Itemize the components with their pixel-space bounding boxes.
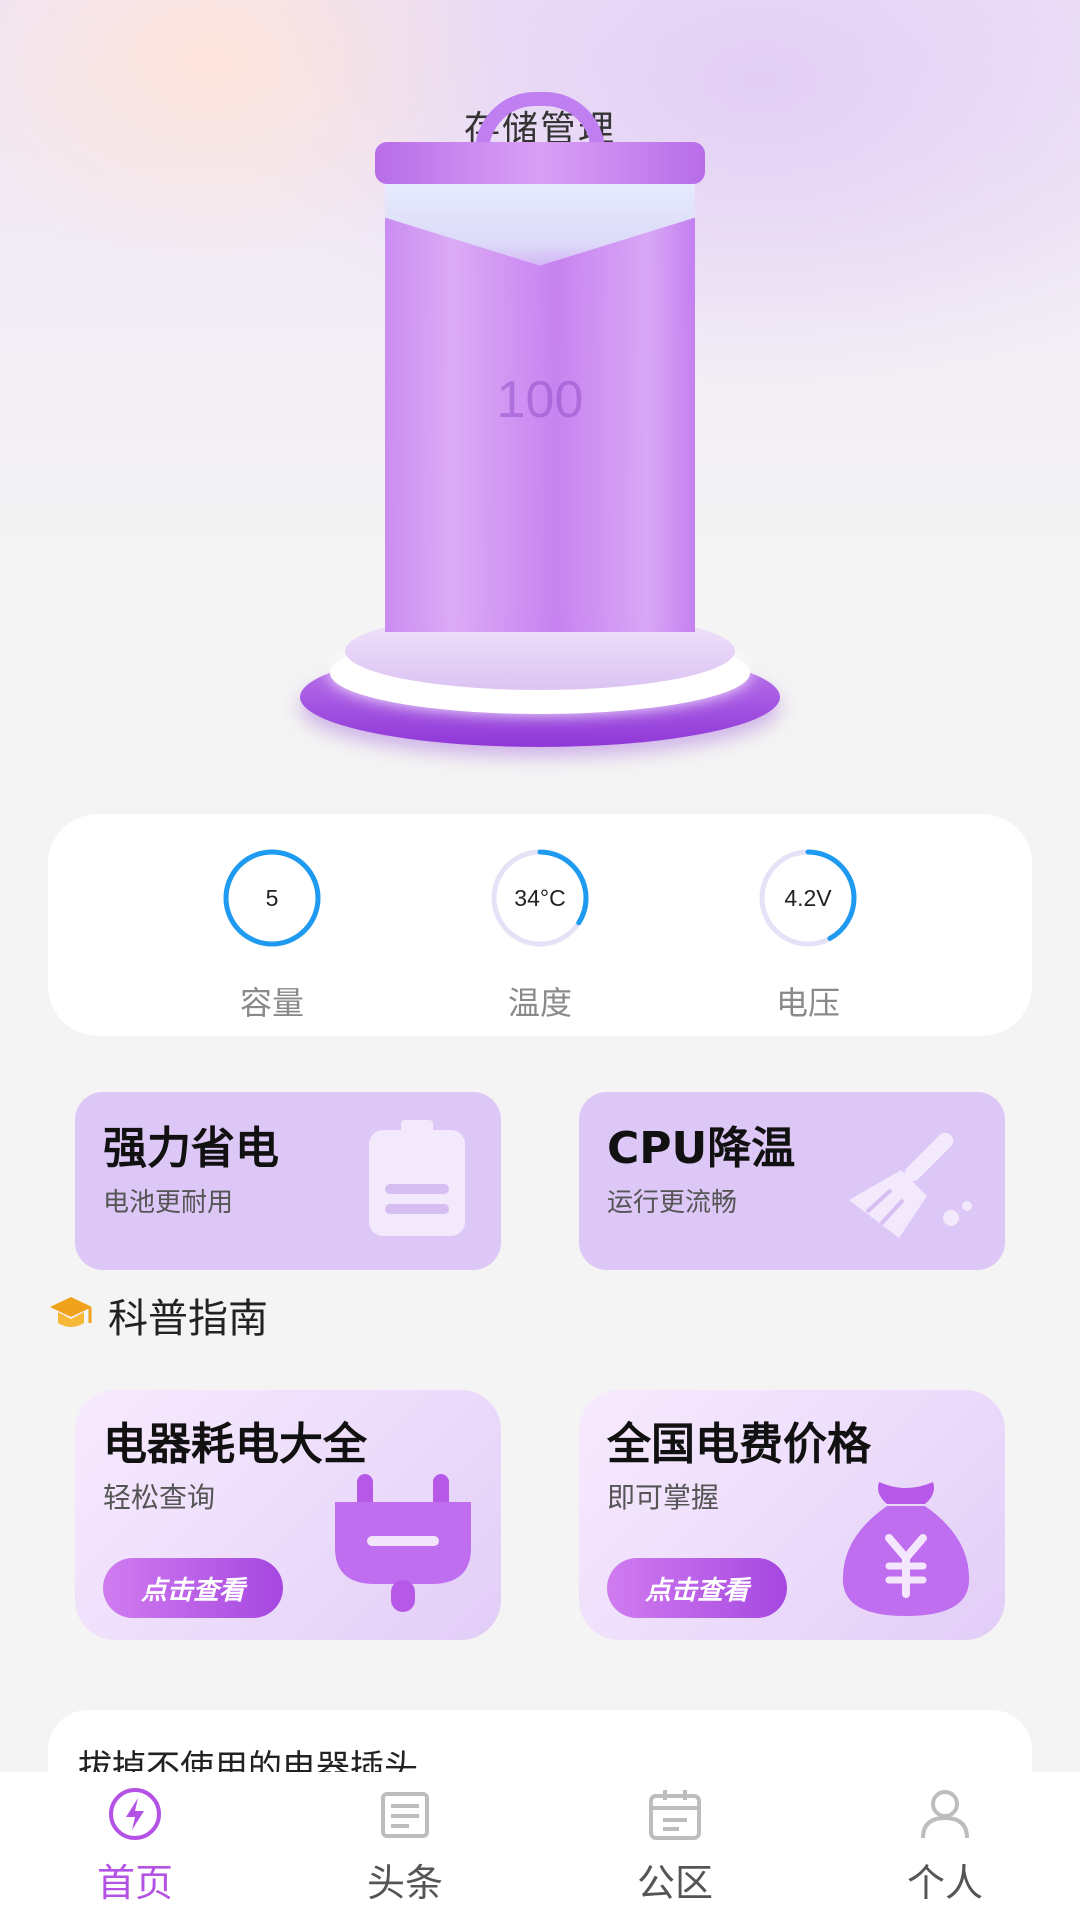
stat-voltage: 4.2V 电压: [718, 848, 898, 1024]
voltage-label: 电压: [775, 984, 840, 1022]
guide-heading-text: 科普指南: [108, 1296, 268, 1342]
nav-label-profile: 个人: [906, 1861, 983, 1905]
capacity-ring: 5: [222, 848, 322, 948]
temperature-ring: 34°C: [490, 848, 590, 948]
guide-heading: 科普指南: [48, 1290, 268, 1342]
nav-item-community[interactable]: 公区: [585, 1786, 765, 1907]
graduation-cap-icon: [48, 1293, 94, 1337]
temperature-value: 34°C: [514, 884, 566, 911]
nav-item-home[interactable]: 首页: [45, 1786, 225, 1907]
appliance-view-button[interactable]: 点击查看: [103, 1558, 283, 1618]
news-icon: [377, 1786, 433, 1846]
price-view-button[interactable]: 点击查看: [607, 1558, 787, 1618]
temperature-label: 温度: [507, 984, 572, 1022]
stat-temperature: 34°C 温度: [450, 848, 630, 1024]
battery-icon: [367, 1118, 467, 1242]
voltage-ring: 4.2V: [758, 848, 858, 948]
capacity-label: 容量: [239, 984, 304, 1022]
lightning-icon: [107, 1786, 163, 1846]
nav-item-profile[interactable]: 个人: [855, 1786, 1035, 1907]
power-saving-card[interactable]: 强力省电 电池更耐用: [75, 1092, 501, 1270]
nav-item-news[interactable]: 头条: [315, 1786, 495, 1907]
appliance-power-title: 电器耗电大全: [103, 1419, 367, 1470]
electricity-price-card[interactable]: 全国电费价格 即可掌握 点击查看: [579, 1390, 1005, 1640]
electricity-price-title: 全国电费价格: [607, 1419, 871, 1470]
battery-illustration: 100: [295, 92, 785, 752]
broom-icon: [845, 1120, 981, 1248]
nav-label-home: 首页: [96, 1861, 173, 1905]
voltage-value: 4.2V: [784, 884, 832, 911]
appliance-power-card[interactable]: 电器耗电大全 轻松查询 点击查看: [75, 1390, 501, 1640]
plug-icon: [335, 1474, 471, 1618]
battery-cap: [375, 142, 705, 184]
battery-level: 100: [496, 371, 584, 429]
calendar-icon: [647, 1786, 703, 1846]
person-icon: [917, 1786, 973, 1846]
cpu-cooling-card[interactable]: CPU降温 运行更流畅: [579, 1092, 1005, 1270]
bottom-nav: 首页 头条 公区 个人: [0, 1772, 1080, 1920]
money-bag-icon: [841, 1478, 971, 1622]
nav-label-news: 头条: [366, 1861, 443, 1905]
stat-capacity: 5 容量: [182, 848, 362, 1024]
battery-stats-card: 5 容量 34°C 温度 4.2V 电压: [48, 814, 1032, 1036]
capacity-value: 5: [265, 884, 279, 911]
nav-label-community: 公区: [636, 1861, 713, 1905]
